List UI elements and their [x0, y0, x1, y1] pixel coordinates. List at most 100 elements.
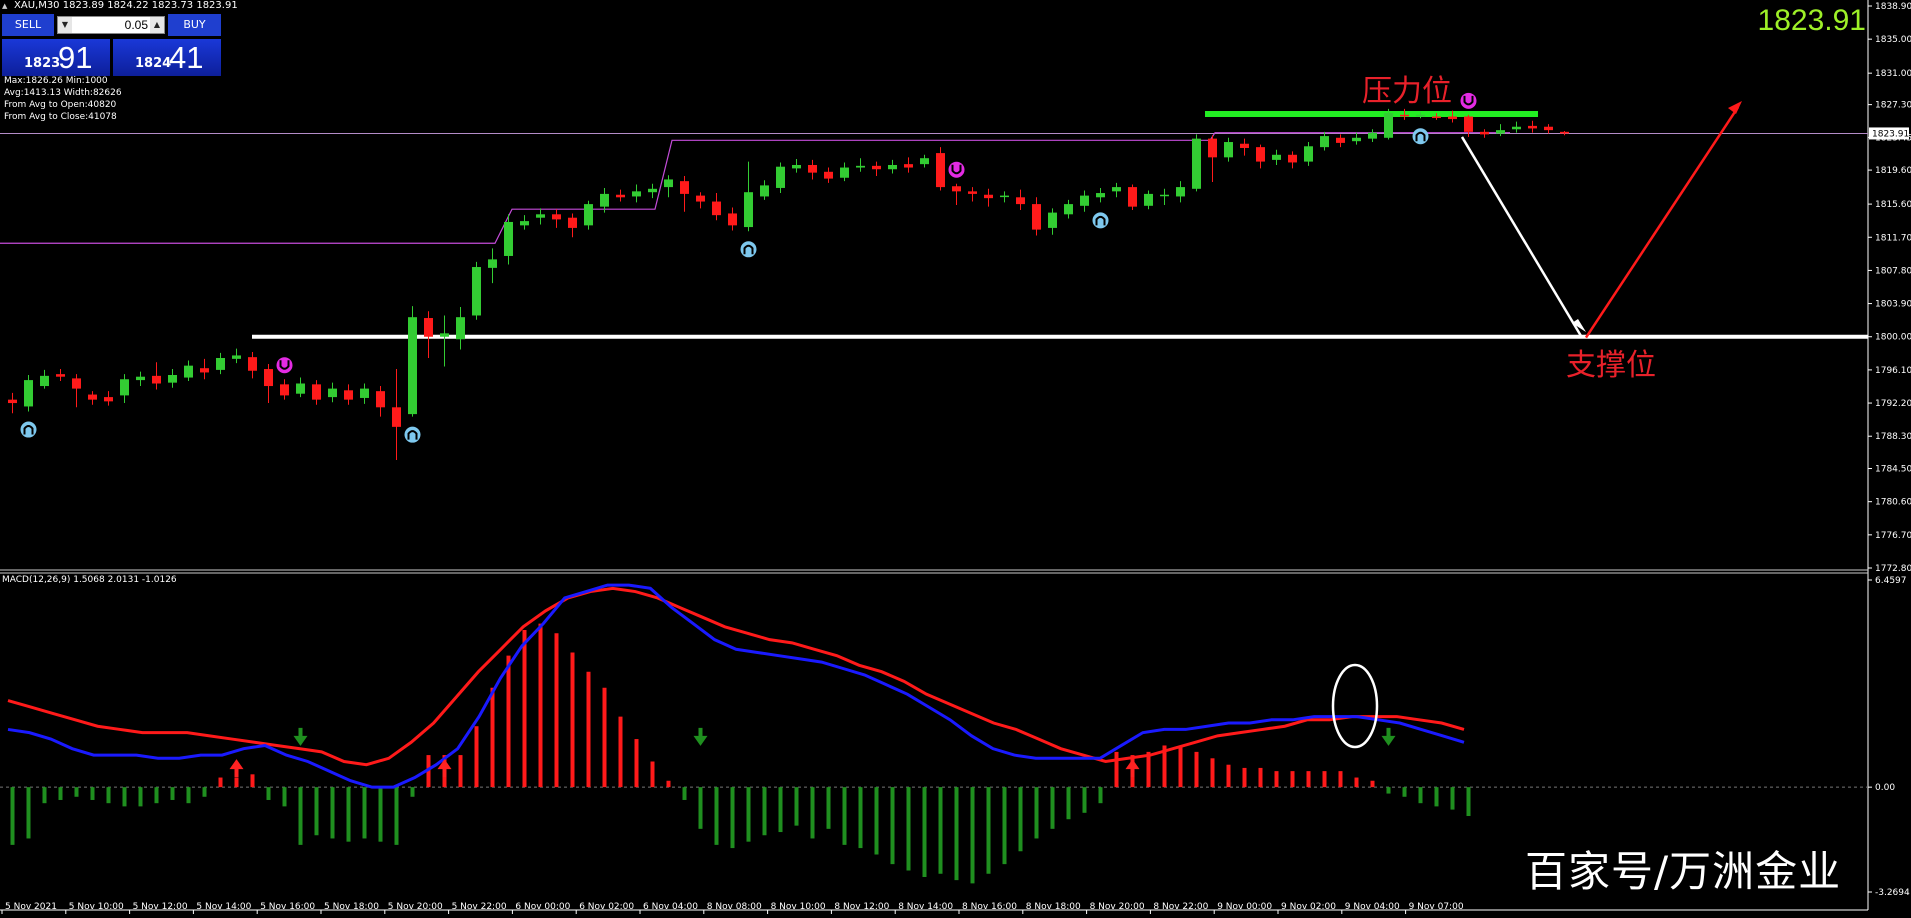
price-tick-label: 1835.00: [1875, 35, 1911, 45]
candle-body: [248, 357, 257, 371]
time-tick-label: 6 Nov 04:00: [643, 902, 698, 912]
price-tick-label: 1811.70: [1875, 233, 1911, 243]
candle-body: [232, 355, 241, 359]
price-tick-label: 1772.80: [1875, 564, 1911, 574]
candle-body: [872, 165, 881, 170]
candle-body: [520, 221, 529, 226]
time-tick-label: 8 Nov 22:00: [1153, 902, 1208, 912]
price-tick-label: 1827.30: [1875, 101, 1911, 111]
candle-body: [808, 164, 817, 173]
candle-body: [712, 201, 721, 216]
candle-body: [1480, 131, 1489, 135]
candle-body: [1496, 130, 1505, 134]
candle-body: [1384, 113, 1393, 138]
candle-body: [1096, 193, 1105, 198]
candle-body: [88, 394, 97, 400]
candle-body: [376, 391, 385, 408]
candle-body: [1352, 137, 1361, 142]
candle-body: [1336, 137, 1345, 143]
time-tick-label: 5 Nov 10:00: [69, 902, 124, 912]
resistance-label: 压力位: [1362, 74, 1452, 109]
up-fractal-icon: [404, 426, 421, 443]
time-tick-label: 5 Nov 2021: [5, 902, 57, 912]
sell-price-box[interactable]: 1823 91: [2, 39, 110, 76]
candle-body: [648, 188, 657, 193]
candle-body: [1192, 138, 1201, 189]
candle-body: [680, 181, 689, 194]
buy-button[interactable]: BUY: [168, 14, 221, 36]
candle-body: [1000, 195, 1009, 198]
high-step-line: [0, 132, 1510, 244]
trading-chart[interactable]: 1838.901835.001831.001827.301823.451819.…: [0, 0, 1911, 918]
candle-body: [136, 376, 145, 381]
candle-body: [984, 194, 993, 199]
time-tick-label: 8 Nov 20:00: [1090, 902, 1145, 912]
time-tick-label: 8 Nov 14:00: [898, 902, 953, 912]
up-fractal-icon: [20, 421, 37, 438]
down-fractal-icon: [1460, 92, 1477, 109]
candle-body: [1448, 116, 1457, 120]
candle-body: [280, 384, 289, 396]
ohlc-readout: 1823.89 1824.22 1823.73 1823.91: [62, 0, 238, 11]
time-tick-label: 8 Nov 16:00: [962, 902, 1017, 912]
candle-body: [616, 194, 625, 198]
candle-body: [408, 317, 417, 415]
price-tick-label: 1803.90: [1875, 300, 1911, 310]
candle-body: [1288, 154, 1297, 163]
projection-arrow-down: [1460, 136, 1584, 339]
candle-body: [440, 333, 449, 337]
lot-decrease-icon[interactable]: ▼: [58, 17, 72, 33]
candle-body: [600, 193, 609, 207]
candle-body: [792, 164, 801, 169]
candle-body: [1544, 126, 1553, 131]
up-fractal-icon: [740, 241, 757, 258]
candle-body: [24, 380, 33, 407]
sell-price-pips: 91: [58, 40, 93, 75]
stats-line: From Avg to Close:41078: [4, 112, 117, 122]
candle-body: [904, 164, 913, 168]
time-tick-label: 8 Nov 18:00: [1026, 902, 1081, 912]
macd-down-arrow-icon: [693, 727, 708, 746]
time-tick-label: 8 Nov 10:00: [771, 902, 826, 912]
candle-body: [728, 213, 737, 226]
candle-body: [8, 399, 17, 404]
lot-increase-icon[interactable]: ▲: [150, 17, 164, 33]
candle-body: [1032, 204, 1041, 230]
down-fractal-icon: [276, 357, 293, 374]
sell-button[interactable]: SELL: [2, 14, 54, 36]
time-tick-label: 9 Nov 04:00: [1345, 902, 1400, 912]
candle-body: [40, 375, 49, 387]
candle-body: [296, 383, 305, 394]
candle-body: [824, 171, 833, 179]
candle-body: [1416, 114, 1425, 117]
macd-up-arrow-icon: [229, 759, 244, 778]
macd-down-arrow-icon: [1381, 727, 1396, 746]
stats-line: Avg:1413.13 Width:82626: [4, 88, 122, 98]
candle-body: [312, 384, 321, 400]
candle-body: [1560, 131, 1569, 134]
candle-body: [776, 166, 785, 188]
price-tick-label: 1819.60: [1875, 166, 1911, 176]
buy-price-box[interactable]: 1824 41: [113, 39, 221, 76]
price-tick-label: 1800.00: [1875, 333, 1911, 343]
collapse-triangle-icon[interactable]: ▲: [2, 2, 7, 10]
candle-body: [1432, 116, 1441, 119]
candle-body: [216, 357, 225, 370]
macd-tick-label: 6.4597: [1875, 576, 1907, 586]
candle-body: [1224, 142, 1233, 158]
lot-size-input[interactable]: [74, 17, 148, 33]
candle-body: [184, 365, 193, 378]
candle-body: [1304, 146, 1313, 162]
price-tick-label: 1784.50: [1875, 465, 1911, 475]
current-price-display: 1823.91: [1757, 4, 1866, 37]
buy-price-prefix: 1824: [135, 56, 172, 71]
symbol-label: XAU,M30: [14, 0, 60, 11]
candle-body: [568, 217, 577, 228]
candle-body: [856, 165, 865, 168]
price-tick-label: 1780.60: [1875, 498, 1911, 508]
macd-up-arrow-icon: [1125, 759, 1140, 778]
macd-indicator-label: MACD(12,26,9) 1.5068 2.0131 -1.0126: [2, 575, 177, 585]
candle-body: [1512, 126, 1521, 130]
support-label: 支撑位: [1566, 348, 1656, 383]
lot-size-field[interactable]: ▼ ▲: [57, 16, 165, 34]
